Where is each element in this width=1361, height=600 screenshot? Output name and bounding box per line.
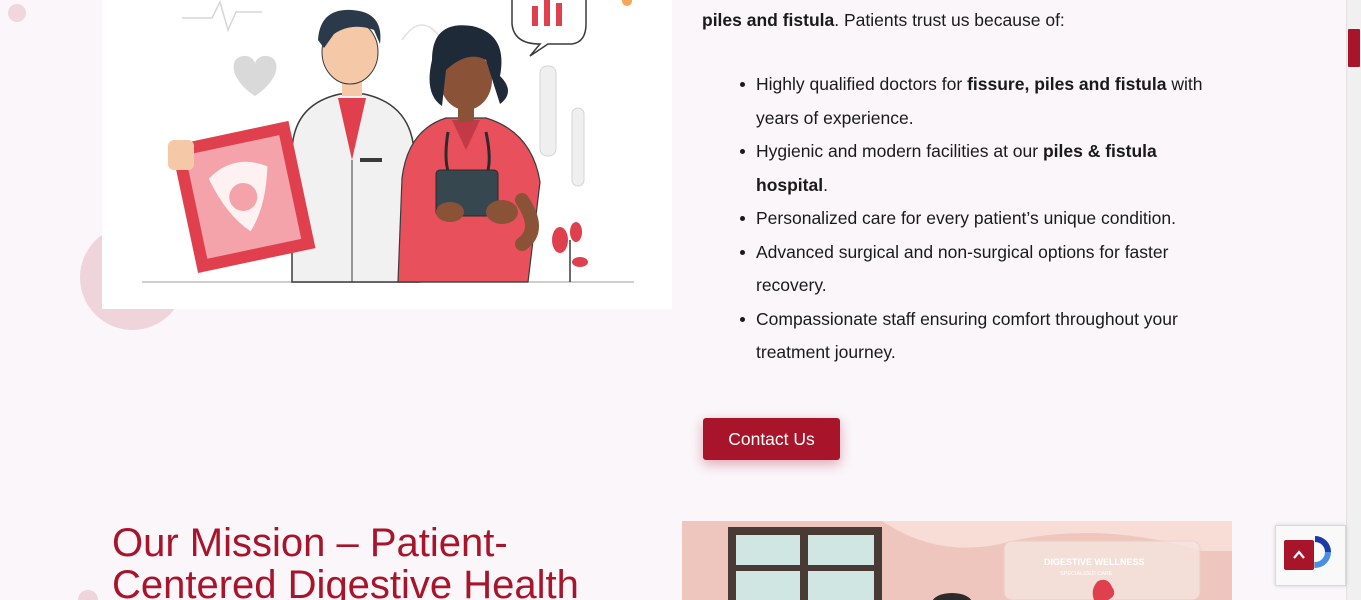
mission-heading: Our Mission – Patient-Centered Digestive… bbox=[112, 521, 579, 600]
list-item: Compassionate staff ensuring comfort thr… bbox=[738, 303, 1208, 370]
intro-bold: piles and fistula bbox=[702, 10, 835, 30]
list-item: Hygienic and modern facilities at our pi… bbox=[738, 135, 1208, 202]
mission-image-subtitle: SPECIALIZED CARE bbox=[1060, 571, 1113, 577]
benefits-list: Highly qualified doctors for fissure, pi… bbox=[738, 68, 1208, 370]
list-item-bold: fissure, piles and fistula bbox=[967, 74, 1167, 94]
scrollbar-thumb[interactable] bbox=[1348, 29, 1360, 67]
doctors-illustration bbox=[102, 0, 672, 309]
digestive-wellness-image: DIGESTIVE WELLNESS SPECIALIZED CARE bbox=[682, 521, 1232, 600]
list-item-text-end: . bbox=[823, 174, 828, 195]
list-item: Personalized care for every patient’s un… bbox=[738, 202, 1208, 236]
list-item-text: Compassionate staff ensuring comfort thr… bbox=[756, 308, 1178, 363]
list-item-text: Highly qualified doctors for bbox=[756, 74, 968, 94]
contact-us-button[interactable]: Contact Us bbox=[703, 418, 840, 460]
back-to-top-button[interactable] bbox=[1284, 540, 1314, 570]
intro-text: . Patients trust us because of: bbox=[834, 10, 1065, 30]
decorative-dot bbox=[8, 4, 26, 22]
list-item-text: Personalized care for every patient’s un… bbox=[756, 208, 1176, 228]
list-item: Highly qualified doctors for fissure, pi… bbox=[738, 68, 1208, 135]
intro-paragraph: piles and fistula. Patients trust us bec… bbox=[702, 8, 1262, 32]
chevron-up-icon bbox=[1293, 550, 1305, 559]
vertical-scrollbar[interactable] bbox=[1346, 0, 1361, 600]
list-item: Advanced surgical and non-surgical optio… bbox=[738, 236, 1208, 303]
page: piles and fistula. Patients trust us bec… bbox=[0, 0, 1346, 600]
list-item-text: Hygienic and modern facilities at our bbox=[756, 141, 1043, 161]
list-item-text: Advanced surgical and non-surgical optio… bbox=[756, 241, 1169, 296]
mission-image-title: DIGESTIVE WELLNESS bbox=[1044, 557, 1145, 567]
decorative-dot-small bbox=[78, 590, 98, 600]
